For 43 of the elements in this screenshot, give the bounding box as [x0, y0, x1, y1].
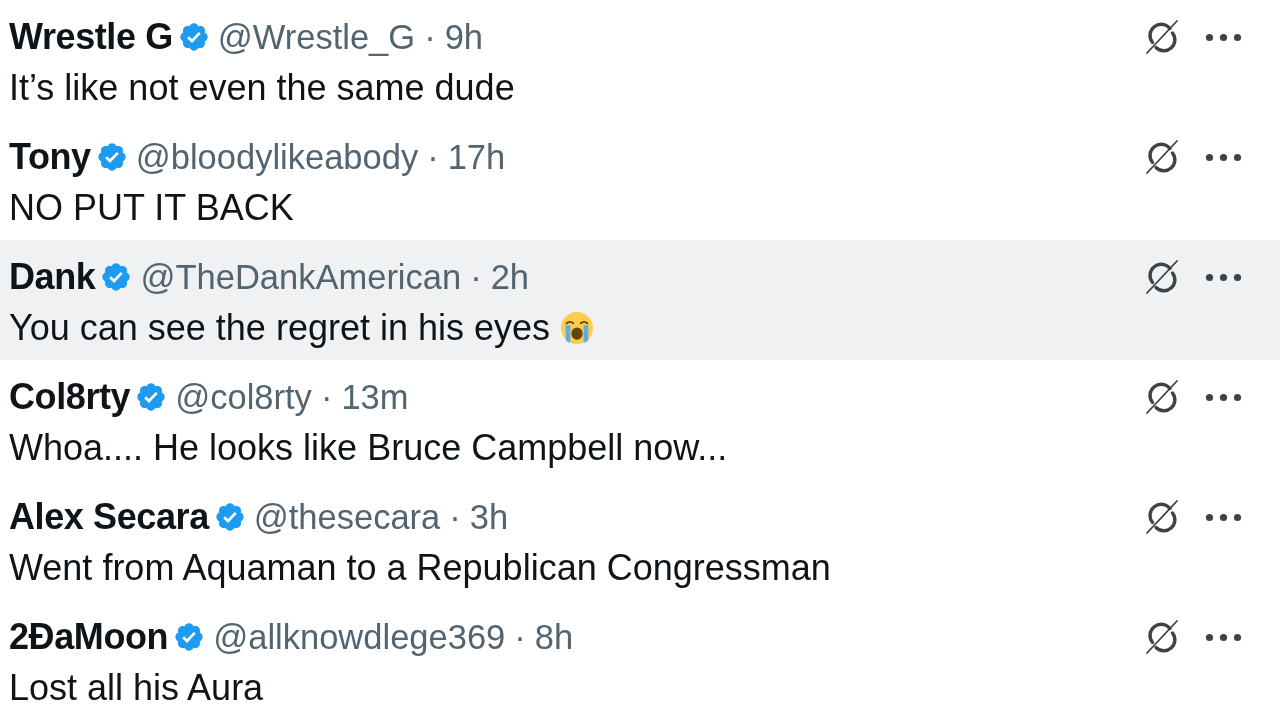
slashed-circle-icon[interactable]	[1144, 19, 1180, 55]
slashed-circle-icon[interactable]	[1144, 499, 1180, 535]
slashed-circle-icon[interactable]	[1144, 619, 1180, 655]
dot-separator: ·	[470, 257, 482, 297]
user-handle[interactable]: @col8rty	[175, 377, 312, 417]
reply-text: NO PUT IT BACK	[9, 187, 294, 229]
more-icon[interactable]	[1205, 32, 1242, 42]
user-name[interactable]: Tony	[9, 136, 91, 178]
user-handle[interactable]: @thesecara	[253, 497, 441, 537]
timestamp[interactable]: 17h	[447, 137, 506, 177]
reply-text: You can see the regret in his eyes	[9, 307, 551, 349]
dot-separator: ·	[449, 497, 461, 537]
user-name[interactable]: Wrestle G	[9, 16, 173, 58]
user-name[interactable]: 2ĐaMoon	[9, 616, 169, 658]
more-icon[interactable]	[1205, 152, 1242, 162]
slashed-circle-icon[interactable]	[1144, 379, 1180, 415]
user-name[interactable]: Alex Secara	[9, 496, 209, 538]
more-icon[interactable]	[1205, 632, 1242, 642]
timestamp[interactable]: 3h	[469, 497, 509, 537]
slashed-circle-icon[interactable]	[1144, 259, 1180, 295]
reply-text: It’s like not even the same dude	[9, 67, 515, 109]
user-handle[interactable]: @bloodylikeabody	[135, 137, 419, 177]
user-handle[interactable]: @TheDankAmerican	[140, 257, 462, 297]
more-icon[interactable]	[1205, 392, 1242, 402]
user-handle[interactable]: @Wrestle_G	[217, 17, 416, 57]
timestamp[interactable]: 13m	[341, 377, 409, 417]
user-name[interactable]: Col8rty	[9, 376, 131, 418]
more-icon[interactable]	[1205, 272, 1242, 282]
user-handle[interactable]: @allknowdlege369	[213, 617, 506, 657]
reply-text: Went from Aquaman to a Republican Congressman	[9, 547, 831, 589]
dot-separator: ·	[514, 617, 526, 657]
reply-text: Lost all his Aura	[9, 667, 264, 709]
reply-text: Whoa.... He looks like Bruce Campbell now...	[9, 427, 728, 469]
timestamp[interactable]: 2h	[490, 257, 530, 297]
dot-separator: ·	[427, 137, 439, 177]
slashed-circle-icon[interactable]	[1144, 139, 1180, 175]
dot-separator: ·	[320, 377, 333, 417]
user-name[interactable]: Dank	[9, 256, 96, 298]
dot-separator: ·	[424, 17, 436, 57]
timestamp[interactable]: 9h	[444, 17, 484, 57]
more-icon[interactable]	[1205, 512, 1242, 522]
timestamp[interactable]: 8h	[534, 617, 574, 657]
reply-item[interactable]: Dank @TheDankAmerican · 2h You can see the regret in his eyes	[0, 240, 1280, 360]
